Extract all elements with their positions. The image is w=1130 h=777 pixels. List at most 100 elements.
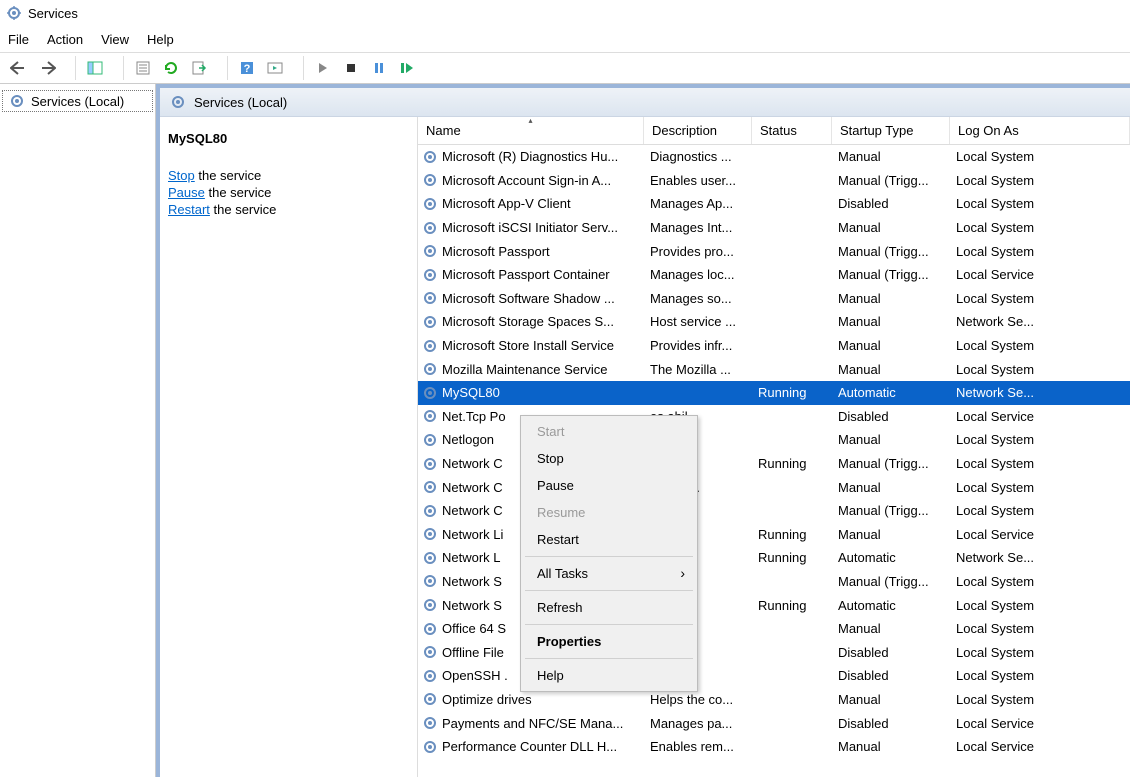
restart-service-line: Restart the service bbox=[168, 202, 409, 217]
service-log-on-as: Local System bbox=[950, 456, 1130, 471]
toolbar-separator bbox=[294, 56, 304, 80]
service-log-on-as: Local System bbox=[950, 220, 1130, 235]
export-button[interactable] bbox=[186, 55, 212, 81]
forward-button[interactable] bbox=[34, 55, 60, 81]
service-row[interactable]: Microsoft (R) Diagnostics Hu...Diagnosti… bbox=[418, 145, 1130, 169]
service-name: Performance Counter DLL H... bbox=[442, 739, 617, 754]
service-description: Manages pa... bbox=[644, 716, 752, 731]
stop-service-button[interactable] bbox=[338, 55, 364, 81]
ctx-pause[interactable]: Pause bbox=[523, 472, 695, 499]
menu-help[interactable]: Help bbox=[147, 32, 174, 47]
service-row[interactable]: Microsoft Account Sign-in A...Enables us… bbox=[418, 169, 1130, 193]
service-log-on-as: Local System bbox=[950, 149, 1130, 164]
service-row[interactable]: Microsoft App-V ClientManages Ap...Disab… bbox=[418, 192, 1130, 216]
service-startup-type: Manual bbox=[832, 692, 950, 707]
gear-icon bbox=[422, 196, 438, 212]
service-row[interactable]: Microsoft Store Install ServiceProvides … bbox=[418, 334, 1130, 358]
service-log-on-as: Local System bbox=[950, 196, 1130, 211]
service-name: Microsoft iSCSI Initiator Serv... bbox=[442, 220, 618, 235]
service-description: Manages Int... bbox=[644, 220, 752, 235]
service-name: Mozilla Maintenance Service bbox=[442, 362, 607, 377]
service-status: Running bbox=[752, 385, 832, 400]
service-description: Enables rem... bbox=[644, 739, 752, 754]
service-log-on-as: Local System bbox=[950, 244, 1130, 259]
service-row[interactable]: Microsoft Passport ContainerManages loc.… bbox=[418, 263, 1130, 287]
service-status: Running bbox=[752, 598, 832, 613]
ctx-separator bbox=[525, 624, 693, 625]
service-name: Network C bbox=[442, 456, 503, 471]
gear-icon bbox=[422, 479, 438, 495]
service-startup-type: Automatic bbox=[832, 550, 950, 565]
service-row[interactable]: Microsoft Storage Spaces S...Host servic… bbox=[418, 310, 1130, 334]
service-startup-type: Automatic bbox=[832, 598, 950, 613]
ctx-resume: Resume bbox=[523, 499, 695, 526]
service-name: Payments and NFC/SE Mana... bbox=[442, 716, 623, 731]
start-service-button[interactable] bbox=[310, 55, 336, 81]
run-dialog-button[interactable] bbox=[262, 55, 288, 81]
ctx-refresh[interactable]: Refresh bbox=[523, 594, 695, 621]
service-log-on-as: Local System bbox=[950, 480, 1130, 495]
column-header-startup-type[interactable]: Startup Type bbox=[832, 117, 950, 144]
refresh-button[interactable] bbox=[158, 55, 184, 81]
menu-view[interactable]: View bbox=[101, 32, 129, 47]
ctx-help[interactable]: Help bbox=[523, 662, 695, 689]
menu-bar: File Action View Help bbox=[0, 26, 1130, 52]
back-button[interactable] bbox=[6, 55, 32, 81]
stop-service-link[interactable]: Stop bbox=[168, 168, 195, 183]
ctx-separator bbox=[525, 556, 693, 557]
service-description: Enables user... bbox=[644, 173, 752, 188]
service-name: Net.Tcp Po bbox=[442, 409, 506, 424]
properties-button[interactable] bbox=[130, 55, 156, 81]
service-status: Running bbox=[752, 456, 832, 471]
toolbar-separator bbox=[218, 56, 228, 80]
restart-service-button[interactable] bbox=[394, 55, 420, 81]
service-startup-type: Manual bbox=[832, 480, 950, 495]
menu-action[interactable]: Action bbox=[47, 32, 83, 47]
column-header-name[interactable]: Name▴ bbox=[418, 117, 644, 144]
gear-icon bbox=[422, 408, 438, 424]
restart-service-link[interactable]: Restart bbox=[168, 202, 210, 217]
gear-icon bbox=[422, 621, 438, 637]
service-startup-type: Manual bbox=[832, 527, 950, 542]
ctx-all-tasks[interactable]: All Tasks bbox=[523, 560, 695, 587]
service-row[interactable]: MySQL80RunningAutomaticNetwork Se... bbox=[418, 381, 1130, 405]
service-row[interactable]: Payments and NFC/SE Mana... Manages pa...… bbox=[418, 711, 1130, 735]
service-name: MySQL80 bbox=[442, 385, 500, 400]
service-startup-type: Disabled bbox=[832, 196, 950, 211]
gear-icon bbox=[422, 290, 438, 306]
gear-icon bbox=[422, 149, 438, 165]
service-row[interactable]: Performance Counter DLL H... Enables rem.… bbox=[418, 735, 1130, 759]
menu-file[interactable]: File bbox=[8, 32, 29, 47]
service-log-on-as: Local Service bbox=[950, 409, 1130, 424]
gear-icon bbox=[422, 432, 438, 448]
show-hide-tree-button[interactable] bbox=[82, 55, 108, 81]
ctx-stop[interactable]: Stop bbox=[523, 445, 695, 472]
column-header-log-on-as[interactable]: Log On As bbox=[950, 117, 1130, 144]
service-startup-type: Automatic bbox=[832, 385, 950, 400]
ctx-properties[interactable]: Properties bbox=[523, 628, 695, 655]
pause-service-link[interactable]: Pause bbox=[168, 185, 205, 200]
pause-service-button[interactable] bbox=[366, 55, 392, 81]
service-description: Manages Ap... bbox=[644, 196, 752, 211]
gear-icon bbox=[422, 385, 438, 401]
service-log-on-as: Local System bbox=[950, 173, 1130, 188]
column-header-description[interactable]: Description bbox=[644, 117, 752, 144]
gear-icon bbox=[422, 691, 438, 707]
service-description: The Mozilla ... bbox=[644, 362, 752, 377]
service-log-on-as: Local System bbox=[950, 574, 1130, 589]
ctx-restart[interactable]: Restart bbox=[523, 526, 695, 553]
context-menu: Start Stop Pause Resume Restart All Task… bbox=[520, 415, 698, 692]
column-header-status[interactable]: Status bbox=[752, 117, 832, 144]
service-startup-type: Manual bbox=[832, 432, 950, 447]
sort-ascending-icon: ▴ bbox=[528, 117, 532, 125]
help-button[interactable]: ? bbox=[234, 55, 260, 81]
service-row[interactable]: Microsoft iSCSI Initiator Serv... Manages… bbox=[418, 216, 1130, 240]
service-name: Microsoft Passport Container bbox=[442, 267, 610, 282]
service-row[interactable]: Microsoft PassportProvides pro...Manual … bbox=[418, 239, 1130, 263]
gear-icon bbox=[422, 573, 438, 589]
service-row[interactable]: Microsoft Software Shadow ...Manages so.… bbox=[418, 287, 1130, 311]
service-description: Host service ... bbox=[644, 314, 752, 329]
service-row[interactable]: Mozilla Maintenance Service The Mozilla .… bbox=[418, 357, 1130, 381]
service-name: Network S bbox=[442, 574, 502, 589]
tree-item-services-local[interactable]: Services (Local) bbox=[2, 90, 153, 112]
